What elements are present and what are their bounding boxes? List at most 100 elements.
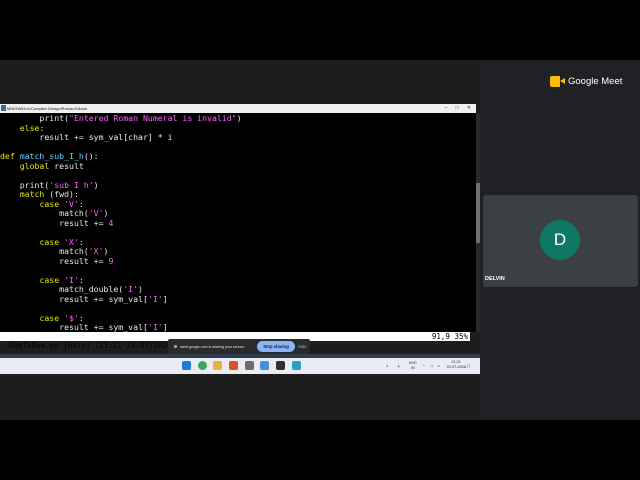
- app-icon-teal[interactable]: [292, 361, 301, 370]
- battery-icon[interactable]: ▭: [437, 358, 440, 374]
- language-code: ENG: [409, 361, 417, 365]
- code-line: match (fwd):: [0, 189, 79, 199]
- code-line: result += 9: [0, 256, 113, 266]
- code-token: 'I': [123, 284, 139, 294]
- windows-taskbar: ∧ ⏚ ENG IN ◠ ◁ ▭ 21:21 24-07-2026 ▢: [0, 358, 480, 374]
- code-token: ():: [83, 151, 99, 161]
- code-token: "Entered Roman Numeral is invalid": [69, 113, 237, 123]
- code-token: 9: [108, 255, 114, 266]
- window-title: MINGW64:/c/Compiler Design/RomanToNum: [7, 106, 88, 111]
- tray-usb-icon[interactable]: ⏚: [397, 358, 401, 374]
- code-token: 'V': [88, 208, 104, 218]
- app-icon-blue[interactable]: [260, 361, 269, 370]
- clock-date: 24-07-2026: [446, 365, 466, 369]
- code-line: result += sym_val[char] * i: [0, 132, 172, 142]
- clock-time: 21:21: [451, 360, 462, 364]
- vim-editor[interactable]: print("Entered Roman Numeral is invalid"…: [0, 113, 476, 332]
- start-icon[interactable]: [182, 361, 191, 370]
- letterbox-top: [0, 0, 640, 60]
- code-line: case 'V':: [0, 198, 84, 209]
- code-token: '$': [64, 312, 79, 323]
- code-token: result +=: [0, 217, 109, 228]
- code-token: ): [103, 208, 109, 218]
- close-icon[interactable]: ✕: [463, 104, 475, 113]
- terminal-scrollbar[interactable]: [476, 113, 480, 332]
- terminal-app-icon: [1, 105, 6, 111]
- google-meet-logo: Google Meet: [550, 76, 622, 87]
- browser-icon[interactable]: [198, 361, 207, 370]
- code-token: case: [39, 198, 60, 209]
- code-token: 'X': [64, 236, 79, 247]
- code-token: match: [19, 189, 45, 199]
- file-explorer-icon[interactable]: [213, 361, 222, 370]
- code-token: :: [78, 198, 84, 209]
- scrollbar-thumb[interactable]: [476, 183, 480, 243]
- code-token: match(: [0, 246, 89, 256]
- code-token: :: [78, 236, 84, 247]
- wifi-icon[interactable]: ◠: [422, 358, 425, 374]
- code-token: match_double(: [0, 284, 124, 294]
- share-message: meet.google.com is sharing your screen.: [180, 344, 245, 349]
- stop-sharing-button[interactable]: Stop sharing: [257, 341, 295, 352]
- terminal-taskbar-icon[interactable]: [276, 361, 285, 370]
- code-token: 'X': [88, 246, 104, 256]
- code-token: match_sub_I_h: [19, 151, 84, 161]
- app-icon-orange[interactable]: [229, 361, 238, 370]
- code-token: case: [39, 274, 60, 285]
- terminal-title-bar[interactable]: MINGW64:/c/Compiler Design/RomanToNum – …: [0, 104, 476, 113]
- code-token: ]: [162, 293, 168, 304]
- code-token: print(: [0, 179, 50, 190]
- code-token: 'I': [147, 322, 163, 332]
- volume-icon[interactable]: ◁: [430, 358, 433, 374]
- code-token: result += sym_val[: [0, 322, 148, 332]
- code-token: ): [236, 113, 242, 123]
- meet-logo-text: Google Meet: [568, 76, 623, 87]
- code-line: global result: [0, 161, 84, 171]
- code-line: case 'I':: [0, 274, 83, 285]
- code-token: 4: [108, 217, 114, 228]
- clock[interactable]: 21:21 24-07-2026: [447, 360, 466, 370]
- code-token: 'I': [64, 274, 79, 285]
- code-token: (fwd):: [44, 189, 79, 199]
- code-line: result += 4: [0, 218, 113, 228]
- participant-tile[interactable]: D DELVIN: [483, 195, 638, 287]
- code-line: def match_sub_I_h():: [0, 151, 99, 161]
- hide-button[interactable]: Hide: [298, 339, 307, 354]
- code-line: result += sym_val['I']: [0, 293, 168, 304]
- code-line: case 'X':: [0, 236, 84, 247]
- code-token: result += sym_val[: [0, 293, 148, 304]
- tray-chevron-icon[interactable]: ∧: [386, 358, 389, 374]
- notification-icon[interactable]: ▢: [467, 358, 470, 374]
- maximize-icon[interactable]: □: [451, 104, 463, 113]
- code-line: match('V'): [0, 208, 108, 218]
- participant-avatar: D: [540, 220, 580, 260]
- code-line: print("Entered Roman Numeral is invalid"…: [0, 113, 242, 123]
- code-line: match('X'): [0, 246, 108, 256]
- code-token: ): [93, 179, 99, 190]
- letterbox-bottom: [0, 420, 640, 480]
- code-token: global: [19, 160, 50, 171]
- code-line: match_double('I'): [0, 284, 143, 294]
- code-token: case: [39, 236, 60, 247]
- code-token: result: [49, 160, 84, 171]
- code-token: ): [103, 246, 109, 256]
- status-file-info: RomToNum.py [unix] (21:21 24/07/2026): [9, 341, 177, 350]
- meet-camera-icon: [550, 76, 565, 87]
- code-token: ): [138, 284, 143, 294]
- code-token: 'sub I h': [49, 179, 94, 190]
- code-token: def: [0, 151, 20, 161]
- participant-name: DELVIN: [485, 276, 505, 282]
- code-token: ]: [162, 322, 168, 332]
- code-line: case '$':: [0, 312, 83, 323]
- code-token: result +=: [0, 255, 109, 266]
- code-token: print(: [0, 113, 70, 123]
- language-indicator[interactable]: ENG IN: [409, 361, 417, 371]
- code-token: else: [19, 122, 40, 133]
- status-cursor-position: 91,9 35%: [431, 332, 468, 341]
- share-indicator-icon: [174, 345, 177, 348]
- app-icon-grey[interactable]: [245, 361, 254, 370]
